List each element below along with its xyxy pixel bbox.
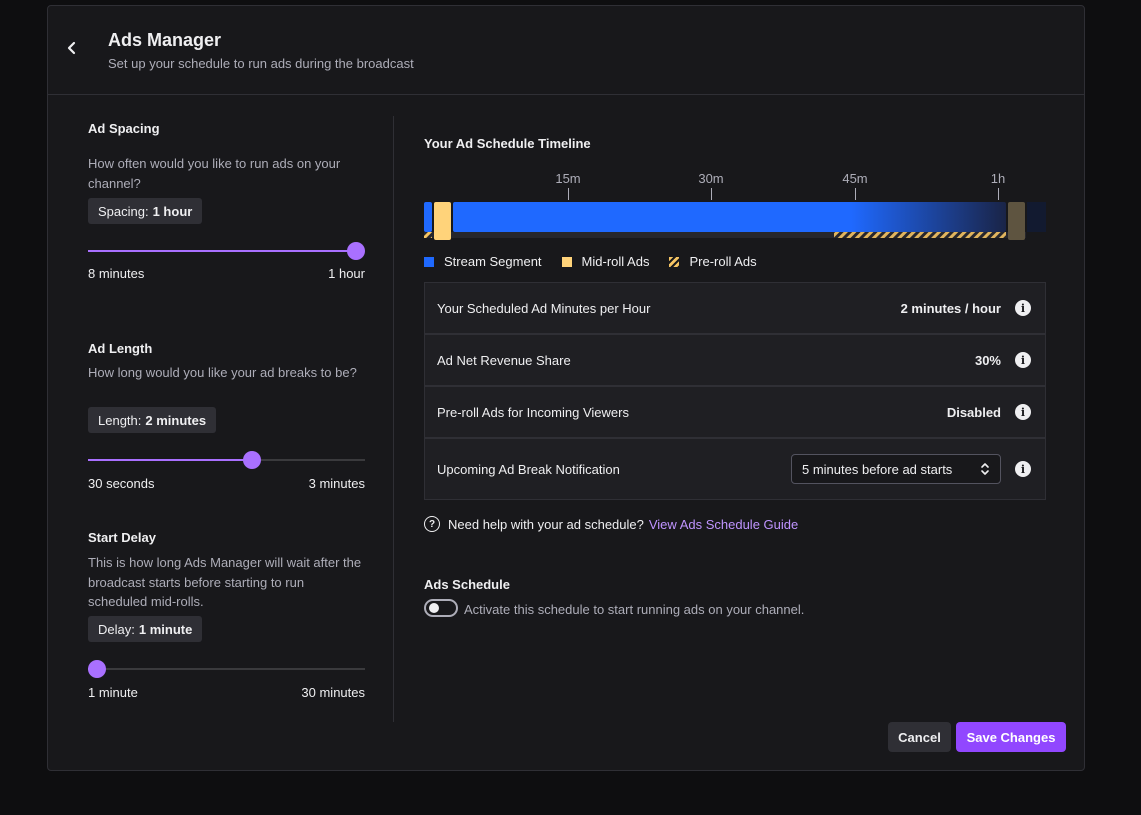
back-button[interactable] (60, 36, 84, 60)
info-icon[interactable]: i (1015, 352, 1031, 368)
help-line: ? Need help with your ad schedule? View … (424, 516, 798, 532)
tick-label-1h: 1h (990, 171, 1006, 186)
legend-preroll: Pre-roll Ads (669, 254, 757, 269)
save-changes-button[interactable]: Save Changes (956, 722, 1066, 752)
select-value: 5 minutes before ad starts (802, 461, 953, 477)
delay-slider[interactable] (88, 660, 365, 678)
spacing-badge-label: Spacing: (98, 203, 149, 219)
stat-row-minutes: Your Scheduled Ad Minutes per Hour 2 min… (424, 282, 1046, 334)
ads-schedule-description: Activate this schedule to start running … (464, 602, 805, 617)
legend-swatch (424, 256, 434, 267)
tick-mark (855, 188, 856, 200)
help-text: Need help with your ad schedule? (448, 516, 644, 532)
notification-select[interactable]: 5 minutes before ad starts (791, 454, 1001, 484)
legend-midroll: Mid-roll Ads (561, 254, 650, 269)
ads-schedule-title: Ads Schedule (424, 577, 510, 592)
spacing-badge-value: 1 hour (152, 203, 193, 219)
schedule-guide-link[interactable]: View Ads Schedule Guide (649, 517, 798, 532)
ad-spacing-title: Ad Spacing (88, 121, 160, 136)
legend-preroll-label: Pre-roll Ads (689, 254, 757, 269)
stat-label: Your Scheduled Ad Minutes per Hour (437, 300, 651, 316)
length-max-label: 3 minutes (308, 476, 365, 491)
spacing-value-badge: Spacing: 1 hour (88, 198, 203, 224)
length-slider[interactable] (88, 451, 365, 469)
stat-row-preroll: Pre-roll Ads for Incoming Viewers Disabl… (424, 386, 1046, 438)
legend-swatch (561, 256, 572, 267)
info-icon[interactable]: i (1015, 404, 1031, 420)
slider-track (88, 668, 365, 670)
info-icon[interactable]: i (1015, 300, 1031, 316)
spacing-max-label: 1 hour (328, 266, 365, 281)
delay-badge-label: Delay: (98, 621, 135, 637)
timeline-title: Your Ad Schedule Timeline (424, 136, 591, 151)
tick-mark (568, 188, 569, 200)
start-delay-description: This is how long Ads Manager will wait a… (88, 555, 362, 609)
stream-segment-next (1027, 202, 1046, 232)
delay-min-label: 1 minute (88, 685, 138, 700)
column-divider (393, 116, 394, 722)
info-icon[interactable]: i (1015, 461, 1031, 477)
timeline-legend: Stream Segment Mid-roll Ads Pre-roll Ads (424, 254, 777, 269)
page-title: Ads Manager (108, 30, 222, 50)
slider-fill (88, 459, 253, 461)
slider-fill (88, 250, 356, 252)
cancel-button[interactable]: Cancel (888, 722, 951, 752)
help-icon: ? (424, 516, 440, 532)
stream-segment (453, 202, 1006, 232)
length-value-badge: Length: 2 minutes (88, 407, 217, 433)
tick-mark (711, 188, 712, 200)
stat-value: 30% (974, 352, 1001, 368)
delay-value-badge: Delay: 1 minute (88, 616, 203, 642)
spacing-min-label: 8 minutes (88, 266, 145, 281)
stat-row-notification: Upcoming Ad Break Notification 5 minutes… (424, 438, 1046, 500)
legend-stream-label: Stream Segment (444, 254, 542, 269)
timeline-bar (424, 202, 1046, 242)
toggle-knob (429, 603, 439, 613)
preroll-window (834, 232, 1006, 238)
tick-label-30m: 30m (698, 171, 724, 186)
legend-midroll-label: Mid-roll Ads (581, 254, 650, 269)
stat-value: Disabled (946, 404, 1001, 420)
tick-label-15m: 15m (555, 171, 581, 186)
slider-thumb[interactable] (243, 451, 262, 469)
start-delay-title: Start Delay (88, 530, 156, 545)
chevron-left-icon (67, 41, 76, 55)
slider-thumb[interactable] (88, 660, 106, 678)
tick-label-45m: 45m (842, 171, 868, 186)
ad-spacing-description: How often would you like to run ads on y… (88, 156, 341, 191)
legend-swatch (669, 256, 680, 267)
modal-header: Ads Manager Set up your schedule to run … (48, 6, 1084, 95)
ad-length-description: How long would you like your ad breaks t… (88, 365, 357, 380)
tick-mark (998, 188, 999, 200)
ad-length-title: Ad Length (88, 341, 153, 356)
stat-value: 2 minutes / hour (900, 300, 1001, 316)
legend-stream: Stream Segment (424, 254, 542, 269)
slider-thumb[interactable] (347, 242, 365, 260)
ads-schedule-toggle[interactable] (424, 599, 458, 617)
midroll-ad (434, 202, 451, 240)
length-badge-label: Length: (98, 412, 142, 428)
stat-label: Ad Net Revenue Share (437, 352, 571, 368)
stat-label: Upcoming Ad Break Notification (437, 461, 620, 477)
midroll-ad (1008, 202, 1025, 240)
delay-badge-value: 1 minute (138, 621, 193, 637)
stat-row-revenue: Ad Net Revenue Share 30% i (424, 334, 1046, 386)
stream-segment (424, 202, 432, 232)
length-min-label: 30 seconds (88, 476, 155, 491)
ads-manager-modal: Ads Manager Set up your schedule to run … (47, 5, 1085, 771)
page-subtitle: Set up your schedule to run ads during t… (108, 56, 414, 71)
delay-max-label: 30 minutes (301, 685, 365, 700)
spacing-slider[interactable] (88, 242, 365, 260)
stat-label: Pre-roll Ads for Incoming Viewers (437, 404, 629, 420)
length-badge-value: 2 minutes (145, 412, 207, 428)
preroll-marker (424, 232, 432, 238)
timeline-svg (424, 202, 1046, 240)
select-arrows-icon (981, 463, 989, 475)
